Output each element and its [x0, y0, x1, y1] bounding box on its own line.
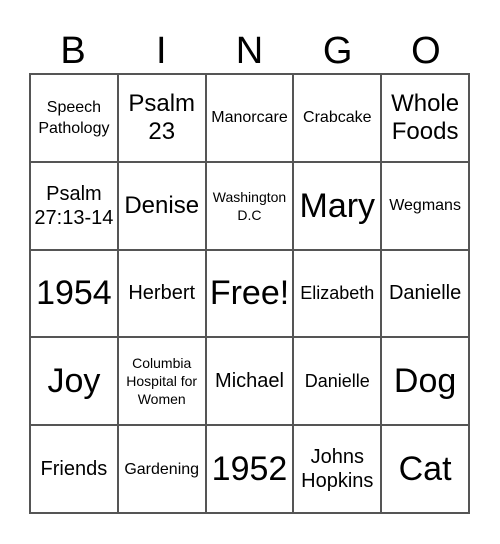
bingo-cell[interactable]: Danielle — [293, 337, 382, 426]
cell-label: Joy — [47, 362, 101, 401]
cell-label: Psalm 23 — [128, 89, 196, 145]
cell-label: Michael — [215, 370, 284, 393]
bingo-cell[interactable]: Gardening — [117, 425, 206, 513]
bingo-cell[interactable]: Columbia Hospital for Women — [117, 337, 206, 426]
bingo-cell[interactable]: Dog — [381, 337, 469, 426]
cell-label: Mary — [299, 186, 376, 225]
bingo-cell[interactable]: Mary — [293, 161, 382, 250]
cell-label: Crabcake — [303, 109, 372, 127]
cell-label: Gardening — [124, 460, 200, 478]
bingo-cell[interactable]: Danielle — [381, 249, 469, 338]
cell-label: 1954 — [36, 274, 112, 313]
cell-label: Dog — [393, 362, 457, 401]
bingo-cell[interactable]: Elizabeth — [293, 249, 382, 338]
cell-label: Cat — [398, 450, 452, 489]
cell-label: Danielle — [388, 282, 462, 305]
bingo-cell[interactable]: Friends — [30, 425, 118, 513]
bingo-cell[interactable]: Denise — [117, 161, 206, 250]
bingo-cell[interactable]: Psalm 23 — [117, 74, 206, 162]
cell-label: Columbia Hospital for Women — [126, 355, 198, 408]
cell-label: Denise — [124, 191, 200, 219]
bingo-grid: Speech Pathology Psalm 23 Manorcare Crabcak… — [29, 73, 470, 514]
bingo-cell[interactable]: Herbert — [117, 249, 206, 338]
bingo-cell[interactable]: Psalm 27:13-14 — [30, 161, 118, 250]
cell-label: Psalm 27:13-14 — [34, 182, 114, 229]
header-letter-b: B — [60, 30, 86, 72]
free-space-cell[interactable]: Free! — [205, 249, 294, 338]
cell-label: Herbert — [128, 282, 196, 305]
cell-label: Washington D.C — [212, 188, 287, 223]
cell-label: 1952 — [211, 450, 288, 489]
cell-label: Speech Pathology — [38, 98, 110, 137]
cell-label: Manorcare — [211, 109, 288, 127]
header-letter-g: G — [322, 30, 353, 72]
cell-label: Wegmans — [389, 197, 461, 215]
cell-label: Whole Foods — [391, 89, 460, 145]
header-letter-i: I — [156, 30, 167, 72]
bingo-cell[interactable]: Speech Pathology — [30, 74, 118, 162]
bingo-cell[interactable]: Manorcare — [205, 74, 294, 162]
bingo-cell[interactable]: 1952 — [205, 425, 294, 513]
cell-label: Danielle — [304, 371, 370, 392]
header-letter-n: N — [235, 30, 264, 72]
bingo-cell[interactable]: Crabcake — [293, 74, 382, 162]
header-letter-o: O — [411, 30, 441, 72]
cell-label: Free! — [209, 274, 290, 313]
bingo-cell[interactable]: Wegmans — [381, 161, 469, 250]
bingo-cell[interactable]: Joy — [30, 337, 118, 426]
cell-label: Elizabeth — [300, 283, 375, 304]
bingo-cell[interactable]: Whole Foods — [381, 74, 469, 162]
bingo-cell[interactable]: Washington D.C — [205, 161, 294, 250]
bingo-cell[interactable]: Cat — [381, 425, 469, 513]
bingo-cell[interactable]: Johns Hopkins — [293, 425, 382, 513]
cell-label: Johns Hopkins — [301, 446, 374, 493]
bingo-cell[interactable]: Michael — [205, 337, 294, 426]
bingo-cell[interactable]: 1954 — [30, 249, 118, 338]
bingo-header: B I N G O — [29, 28, 470, 74]
cell-label: Friends — [40, 458, 108, 481]
